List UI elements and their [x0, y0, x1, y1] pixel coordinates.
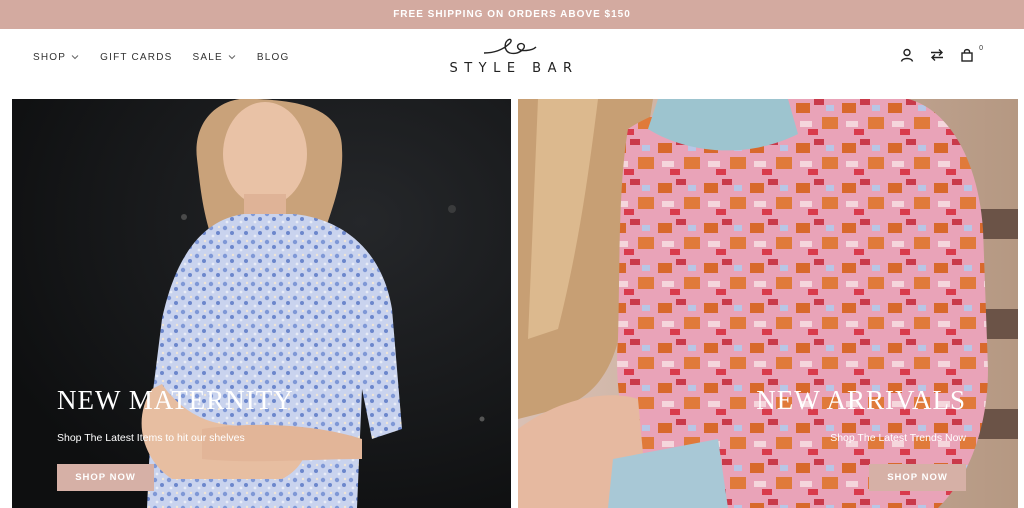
- nav-item-label: SALE: [192, 51, 223, 63]
- cart-count-badge: 0: [979, 44, 983, 52]
- site-header: SHOP GIFT CARDS SALE BLOG STYLE BAR 0: [0, 29, 1024, 99]
- main-nav: SHOP GIFT CARDS SALE BLOG: [33, 29, 290, 85]
- hero-banner-new-arrivals[interactable]: NEW ARRIVALS Shop The Latest Trends Now …: [518, 99, 1018, 508]
- announcement-bar: FREE SHIPPING ON ORDERS ABOVE $150: [0, 0, 1024, 29]
- logo-wordmark: STYLE BAR: [449, 61, 579, 76]
- shop-now-button[interactable]: SHOP NOW: [869, 464, 966, 491]
- chevron-down-icon: [71, 55, 79, 60]
- logo-mark-icon: [483, 38, 537, 55]
- nav-item-blog[interactable]: BLOG: [257, 52, 290, 63]
- hero-title: NEW ARRIVALS: [756, 385, 966, 415]
- shop-now-button[interactable]: SHOP NOW: [57, 464, 154, 491]
- site-logo[interactable]: STYLE BAR: [436, 35, 586, 85]
- nav-item-label: SHOP: [33, 51, 67, 63]
- header-icons: 0: [899, 44, 993, 63]
- chevron-down-icon: [228, 55, 236, 60]
- nav-item-shop[interactable]: SHOP: [33, 52, 80, 63]
- account-button[interactable]: [899, 47, 915, 63]
- hero-banner-maternity[interactable]: NEW MATERNITY Shop The Latest Items to h…: [12, 99, 511, 508]
- cart-button[interactable]: [959, 47, 975, 63]
- hero-image-new-arrivals: [518, 99, 1018, 508]
- nav-item-label: GIFT CARDS: [100, 51, 173, 63]
- shopping-bag-icon: [961, 48, 973, 62]
- user-icon: [900, 48, 914, 62]
- hero-title: NEW MATERNITY: [57, 385, 294, 415]
- hero-image-maternity: [12, 99, 511, 508]
- swap-arrows-icon: [931, 49, 944, 61]
- announcement-text: FREE SHIPPING ON ORDERS ABOVE $150: [393, 9, 631, 20]
- nav-item-sale[interactable]: SALE: [193, 52, 237, 63]
- compare-button[interactable]: [929, 47, 945, 63]
- hero-subtitle: Shop The Latest Items to hit our shelves: [57, 432, 245, 444]
- nav-item-label: BLOG: [256, 51, 290, 63]
- nav-item-gift-cards[interactable]: GIFT CARDS: [100, 52, 172, 63]
- hero-subtitle: Shop The Latest Trends Now: [830, 432, 966, 444]
